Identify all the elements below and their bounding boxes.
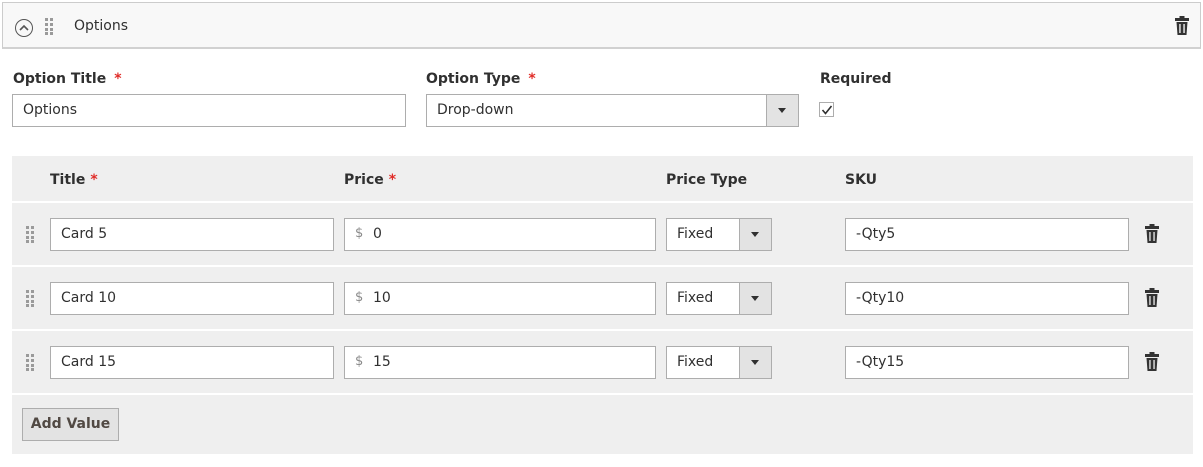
option-type-label-text: Option Type <box>426 71 521 87</box>
required-label: Required <box>820 71 892 87</box>
value-sku-input[interactable]: -Qty5 <box>845 218 1129 251</box>
currency-symbol: $ <box>355 226 364 241</box>
trash-icon[interactable] <box>1145 224 1159 243</box>
chevron-down-icon[interactable] <box>739 347 771 378</box>
drag-handle-icon[interactable] <box>45 18 55 35</box>
required-star: * <box>528 71 536 87</box>
currency-symbol: $ <box>355 290 364 305</box>
drag-handle-icon[interactable] <box>26 354 36 371</box>
option-title-label-text: Option Title <box>13 71 107 87</box>
column-price-text: Price <box>344 172 384 188</box>
option-title-input[interactable]: Options <box>12 94 406 127</box>
value-title-text: Card 10 <box>61 290 117 306</box>
option-type-value: Drop-down <box>437 102 514 118</box>
trash-icon[interactable] <box>1175 16 1189 35</box>
table-row: Card 10 $ 10 Fixed -Qty10 <box>12 265 1193 327</box>
option-values-grid: Title * Price * Price Type SKU Card 5 $ 0 … <box>12 156 1193 454</box>
value-price-text: 15 <box>373 354 391 370</box>
checkmark-icon <box>821 105 833 115</box>
required-star: * <box>114 71 122 87</box>
value-price-text: 0 <box>373 226 382 242</box>
grid-footer <box>12 393 1193 454</box>
chevron-up-circle-icon[interactable] <box>15 19 33 37</box>
value-price-input[interactable]: $ 15 <box>344 346 656 379</box>
value-title-input[interactable]: Card 5 <box>50 218 334 251</box>
chevron-down-icon[interactable] <box>739 283 771 314</box>
value-sku-input[interactable]: -Qty15 <box>845 346 1129 379</box>
option-header: Options <box>2 2 1201 49</box>
option-title-label: Option Title * <box>13 71 122 87</box>
value-price-type-select[interactable]: Fixed <box>666 282 772 315</box>
table-row: Card 5 $ 0 Fixed -Qty5 <box>12 201 1193 263</box>
column-title-text: Title <box>50 172 86 188</box>
required-star: * <box>388 172 397 188</box>
value-price-type-select[interactable]: Fixed <box>666 346 772 379</box>
value-sku-text: -Qty10 <box>856 290 905 306</box>
option-type-select[interactable]: Drop-down <box>426 94 799 127</box>
chevron-down-icon[interactable] <box>766 95 798 126</box>
value-price-text: 10 <box>373 290 391 306</box>
value-price-type-text: Fixed <box>677 290 714 306</box>
column-price-type: Price Type <box>666 172 748 188</box>
option-header-title: Options <box>74 18 129 34</box>
column-price: Price * <box>344 172 396 188</box>
value-price-type-text: Fixed <box>677 226 714 242</box>
value-title-text: Card 5 <box>61 226 108 242</box>
drag-handle-icon[interactable] <box>26 226 36 243</box>
value-title-input[interactable]: Card 15 <box>50 346 334 379</box>
value-sku-text: -Qty5 <box>856 226 896 242</box>
value-title-input[interactable]: Card 10 <box>50 282 334 315</box>
option-title-value: Options <box>23 102 78 118</box>
chevron-down-icon[interactable] <box>739 219 771 250</box>
value-title-text: Card 15 <box>61 354 117 370</box>
value-price-type-text: Fixed <box>677 354 714 370</box>
table-row: Card 15 $ 15 Fixed -Qty15 <box>12 329 1193 391</box>
required-checkbox[interactable] <box>819 102 834 117</box>
drag-handle-icon[interactable] <box>26 290 36 307</box>
value-sku-input[interactable]: -Qty10 <box>845 282 1129 315</box>
column-title: Title * <box>50 172 98 188</box>
required-star: * <box>90 172 98 188</box>
grid-header: Title * Price * Price Type SKU <box>12 156 1193 201</box>
option-type-label: Option Type * <box>426 71 536 87</box>
trash-icon[interactable] <box>1145 352 1159 371</box>
value-price-input[interactable]: $ 10 <box>344 282 656 315</box>
value-price-type-select[interactable]: Fixed <box>666 218 772 251</box>
currency-symbol: $ <box>355 354 364 369</box>
value-sku-text: -Qty15 <box>856 354 905 370</box>
trash-icon[interactable] <box>1145 288 1159 307</box>
column-sku: SKU <box>845 172 878 188</box>
add-value-button[interactable]: Add Value <box>22 408 119 441</box>
value-price-input[interactable]: $ 0 <box>344 218 656 251</box>
